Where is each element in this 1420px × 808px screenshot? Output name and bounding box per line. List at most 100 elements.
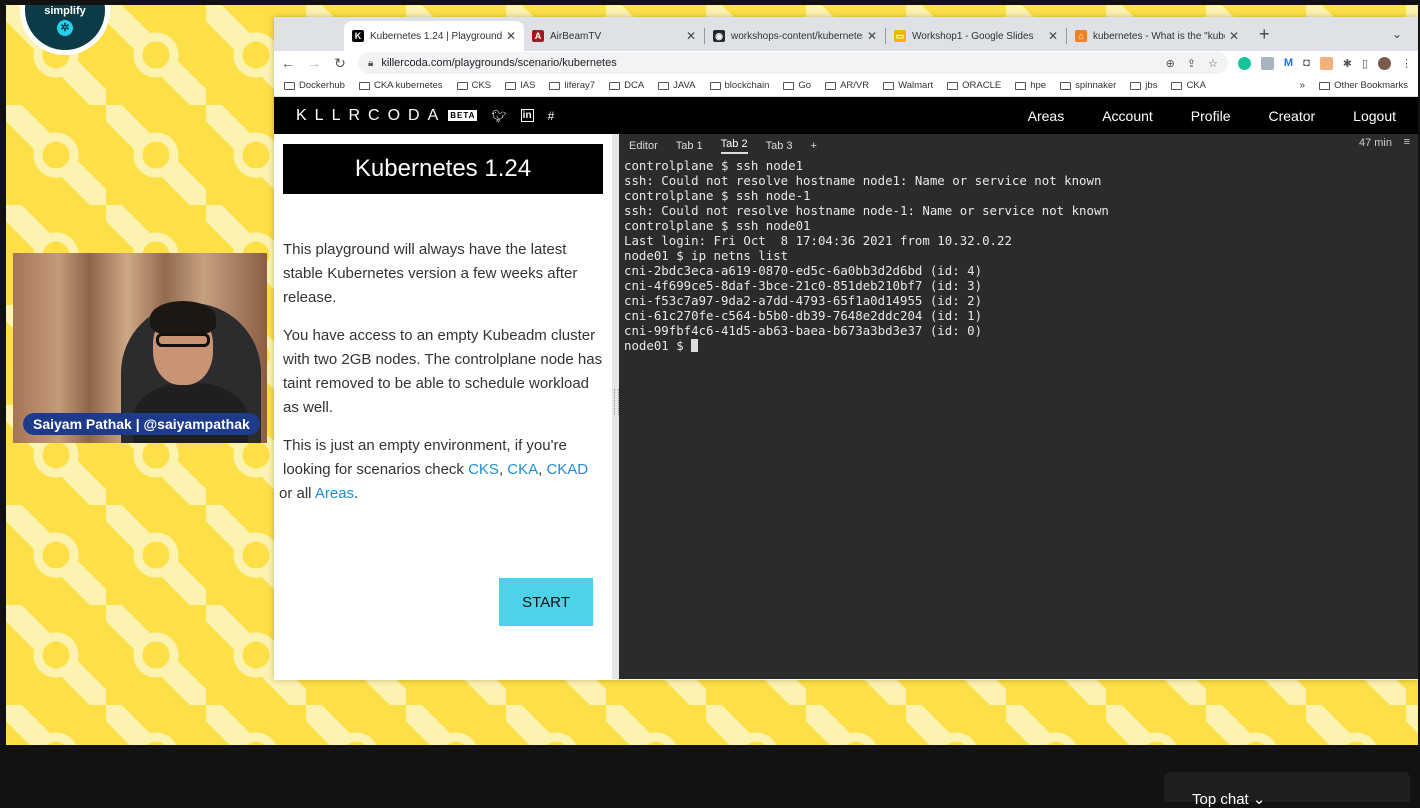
zoom-icon[interactable]: ⊕ (1166, 57, 1175, 70)
nav-link-profile[interactable]: Profile (1191, 108, 1231, 124)
browser-tab[interactable]: ⌂ kubernetes - What is the "kube ✕ (1067, 21, 1247, 51)
twitter-icon[interactable]: 🐦︎ (491, 109, 506, 123)
lock-icon: 🔒︎ (368, 57, 374, 69)
bookmark-folder[interactable]: blockchain (709, 80, 769, 91)
bookmark-folder[interactable]: spinnaker (1060, 80, 1116, 91)
terminal-tab[interactable]: + (811, 140, 817, 154)
linkedin-icon[interactable]: in (520, 109, 534, 122)
areas-link[interactable]: Areas (315, 485, 354, 502)
forward-icon[interactable]: → (306, 55, 322, 71)
terminal-tab[interactable]: Tab 2 (720, 138, 748, 154)
terminal-line: controlplane $ ssh node-1 (624, 188, 811, 203)
nav-link-creator[interactable]: Creator (1268, 108, 1315, 124)
terminal-line: ssh: Could not resolve hostname node1: N… (624, 173, 1102, 188)
bookmark-folder[interactable]: Walmart (883, 80, 933, 91)
beta-badge: BETA (448, 110, 478, 121)
tab-close-icon[interactable]: ✕ (1048, 29, 1058, 43)
stream-logo-icon: ✲ (57, 20, 73, 36)
terminal-line: cni-4f699ce5-8daf-3bce-21c0-851deb210bf7… (624, 278, 983, 293)
folder-icon (883, 81, 895, 90)
nav-link-logout[interactable]: Logout (1353, 108, 1396, 124)
camera-extension-icon[interactable]: ◘ (1303, 57, 1310, 69)
bookmarks-overflow-button[interactable]: » (1300, 80, 1306, 91)
medium-extension-icon[interactable]: M (1284, 57, 1293, 69)
grammarly-extension-icon[interactable] (1237, 56, 1251, 70)
site-nav-links: Areas Account Profile Creator Logout (1028, 108, 1396, 124)
description-3-end: . (354, 485, 359, 502)
bookmark-label: CKA kubernetes (373, 80, 443, 91)
browser-menu-icon[interactable]: ⋮ (1401, 57, 1412, 70)
tab-close-icon[interactable]: ✕ (686, 29, 696, 43)
browser-tab[interactable]: ◉ workshops-content/kubernetes ✕ (705, 21, 885, 51)
bookmark-folder[interactable]: IAS (505, 80, 535, 91)
folder-icon (709, 81, 721, 90)
cka-link[interactable]: CKA (507, 461, 538, 478)
panel-resize-handle[interactable] (612, 134, 619, 679)
folder-icon (1319, 81, 1331, 90)
browser-tab[interactable]: ▭ Workshop1 - Google Slides ✕ (886, 21, 1066, 51)
omnibox-actions: ⊕ ⇪ ☆ (1166, 57, 1218, 70)
session-timer: 47 min (1358, 137, 1392, 149)
bookmark-folder[interactable]: CKA (1171, 80, 1206, 91)
back-icon[interactable]: ← (280, 55, 296, 71)
bookmark-star-icon[interactable]: ☆ (1208, 57, 1218, 70)
bookmark-folder[interactable]: Go (783, 80, 811, 91)
extension-badge-icon[interactable] (1260, 56, 1274, 70)
bookmark-folder[interactable]: jbs (1130, 80, 1157, 91)
terminal-line: cni-f53c7a97-9da2-a7dd-4793-65f1a0d14955… (624, 293, 983, 308)
killercoda-header: KLLRCODA BETA 🐦︎ in # Areas Account Profil… (274, 97, 1418, 134)
sidepanel-icon[interactable]: ▯ (1362, 57, 1368, 70)
terminal-menu-icon[interactable]: ≡ (1404, 136, 1410, 148)
address-bar[interactable]: 🔒︎ killercoda.com/playgrounds/scenario/k… (358, 52, 1228, 74)
bookmark-folder[interactable]: DCA (609, 80, 644, 91)
share-icon[interactable]: ⇪ (1187, 57, 1196, 70)
browser-tab[interactable]: A AirBeamTV ✕ (524, 21, 704, 51)
slack-icon[interactable]: # (548, 109, 555, 123)
reload-icon[interactable]: ↻ (332, 55, 348, 72)
bookmark-label: IAS (520, 80, 536, 91)
terminal-cursor (691, 339, 699, 352)
profile-avatar[interactable] (1378, 56, 1391, 70)
terminal-tab[interactable]: Editor (629, 140, 658, 154)
site-logo[interactable]: KLLRCODA (296, 107, 446, 125)
top-chat-dropdown[interactable]: Top chat ⌄ (1164, 772, 1410, 808)
folder-icon (505, 81, 517, 90)
tab-search-icon[interactable]: ⌄ (1392, 27, 1402, 41)
bookmark-folder[interactable]: hpe (1015, 80, 1046, 91)
terminal-prompt: node01 $ (624, 338, 692, 353)
bookmark-folder[interactable]: Dockerhub (284, 80, 345, 91)
tab-close-icon[interactable]: ✕ (867, 29, 877, 43)
terminal-lines: controlplane $ ssh node1 ssh: Could not r… (624, 158, 1413, 338)
scenario-content: Kubernetes 1.24 This playground will alw… (274, 134, 1418, 679)
terminal-tab[interactable]: Tab 1 (676, 140, 703, 154)
bookmark-folder[interactable]: ORACLE (947, 80, 1001, 91)
bookmark-folder[interactable]: AR/VR (825, 80, 869, 91)
browser-toolbar: ← → ↻ 🔒︎ killercoda.com/playgrounds/scen… (274, 51, 1418, 75)
tab-title: kubernetes - What is the "kube (1093, 30, 1225, 42)
ckad-link[interactable]: CKAD (546, 461, 588, 478)
nav-link-areas[interactable]: Areas (1028, 108, 1065, 124)
bookmark-folder[interactable]: CKA kubernetes (358, 80, 443, 91)
start-button[interactable]: START (499, 578, 593, 626)
bookmark-folder[interactable]: liferay7 (549, 80, 595, 91)
cks-link[interactable]: CKS (468, 461, 499, 478)
bookmark-folder[interactable]: JAVA (658, 80, 696, 91)
tab-close-icon[interactable]: ✕ (506, 29, 516, 43)
new-tab-button[interactable]: + (1259, 24, 1270, 45)
terminal-tab[interactable]: Tab 3 (766, 140, 793, 154)
stream-logo: simplify ✲ (20, 5, 110, 55)
browser-tab[interactable]: K Kubernetes 1.24 | Playgrounds ✕ (344, 21, 524, 51)
terminal-line: node01 $ ip netns list (624, 248, 789, 263)
extension-icons: M ◘ ✱ ▯ ⋮ (1237, 56, 1412, 70)
bookmark-folder[interactable]: CKS (456, 80, 491, 91)
tab-close-icon[interactable]: ✕ (1229, 29, 1239, 43)
terminal-line: ssh: Could not resolve hostname node-1: … (624, 203, 1109, 218)
tab-title: workshops-content/kubernetes (731, 30, 863, 42)
puzzle-extensions-icon[interactable]: ✱ (1343, 57, 1352, 70)
color-extension-icon[interactable] (1319, 56, 1333, 70)
other-bookmarks-folder[interactable]: Other Bookmarks (1319, 80, 1408, 91)
terminal-output[interactable]: controlplane $ ssh node1 ssh: Could not r… (619, 154, 1418, 357)
nav-link-account[interactable]: Account (1102, 108, 1153, 124)
terminal-line: controlplane $ ssh node01 (624, 218, 811, 233)
tab-title: AirBeamTV (550, 30, 602, 42)
